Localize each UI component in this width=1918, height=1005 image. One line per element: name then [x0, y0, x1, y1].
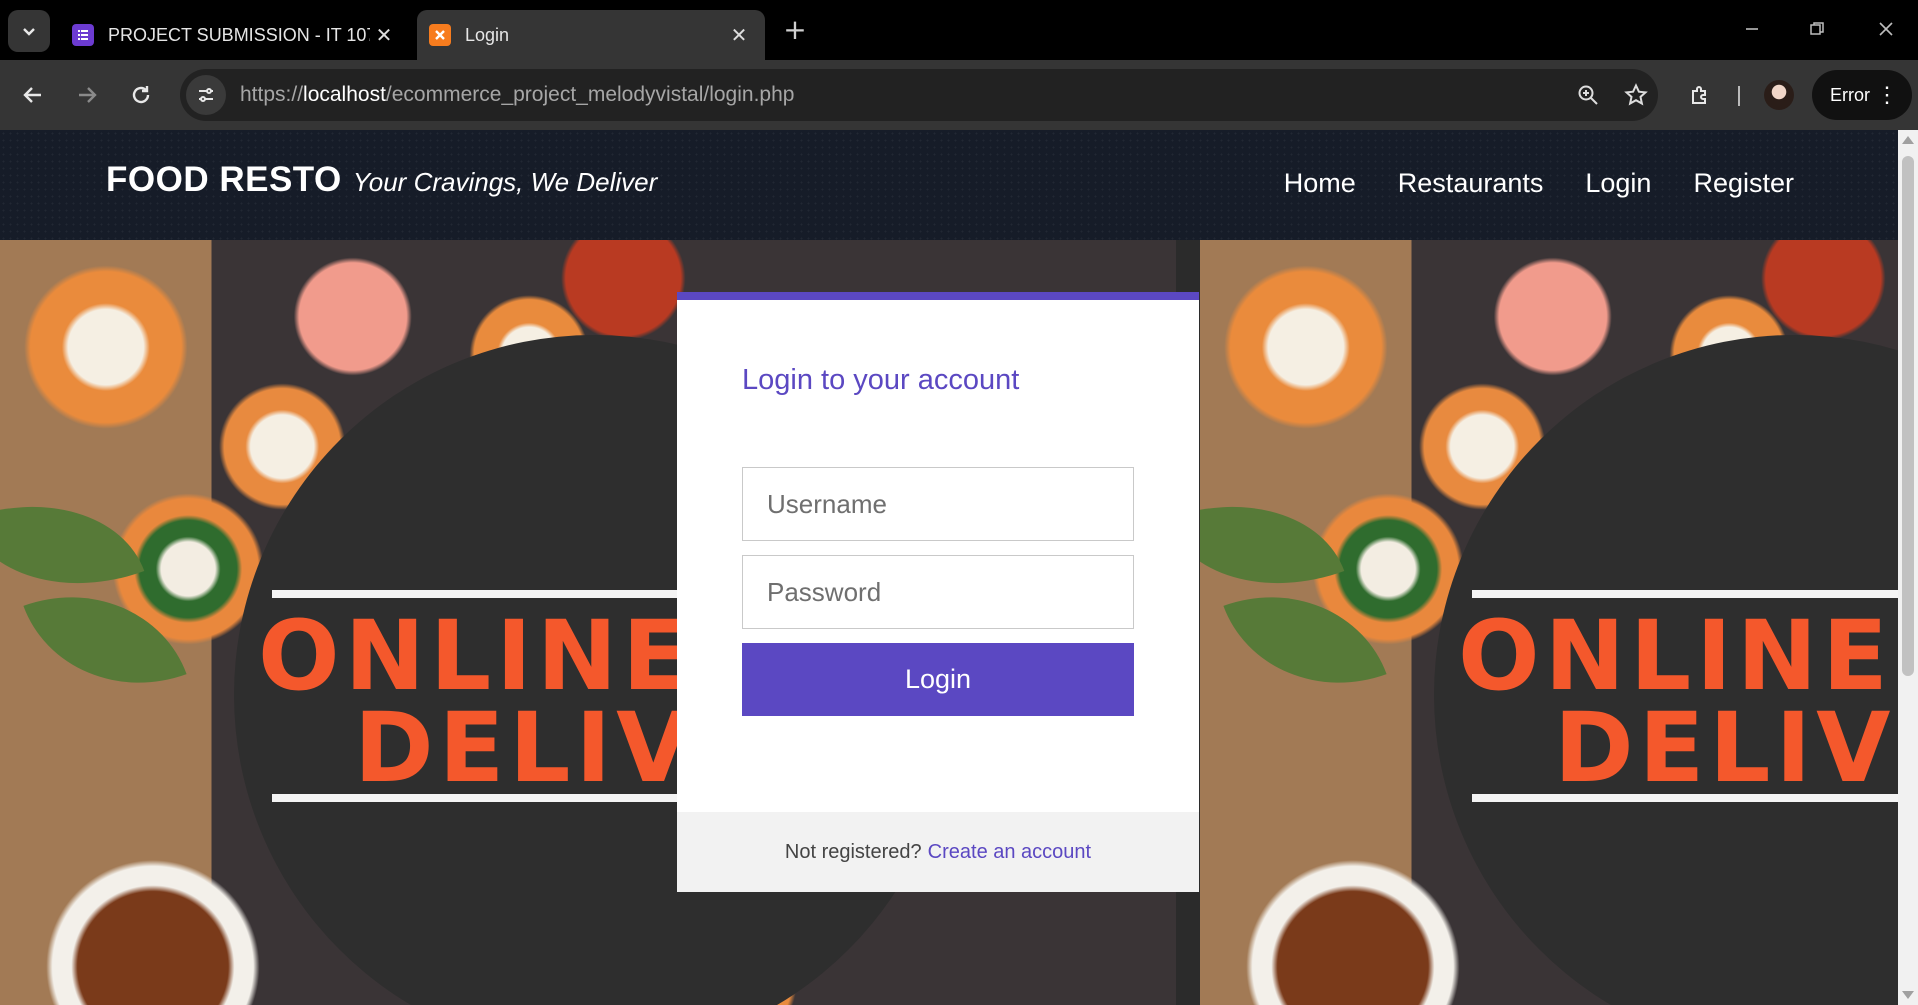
tab-strip: PROJECT SUBMISSION - IT 107 ✕ Login ✕ + [0, 0, 1918, 60]
nav-home[interactable]: Home [1284, 168, 1356, 199]
new-tab-button[interactable]: + [780, 16, 810, 46]
tab-project-submission[interactable]: PROJECT SUBMISSION - IT 107 ✕ [60, 10, 410, 60]
xampp-icon [429, 24, 451, 46]
hero-banner-image: ONLINE FO DELIVER [1200, 240, 1898, 1005]
browser-toolbar: https://localhost/ecommerce_project_melo… [0, 60, 1918, 130]
scroll-up-icon[interactable] [1902, 136, 1914, 144]
main-nav: Home Restaurants Login Register [1284, 168, 1794, 199]
chevron-down-icon [23, 28, 35, 36]
page-scrollbar[interactable] [1898, 130, 1918, 1005]
banner-headline: ONLINE FO DELIVER [1458, 608, 1898, 804]
close-tab-icon[interactable]: ✕ [725, 21, 753, 49]
tab-search-button[interactable] [8, 10, 50, 52]
nav-restaurants[interactable]: Restaurants [1398, 168, 1544, 199]
profile-error-button[interactable]: Error ⋮ [1812, 70, 1912, 120]
login-button[interactable]: Login [742, 643, 1134, 716]
brand-name: FOOD RESTO [106, 160, 342, 199]
site-info-icon[interactable] [186, 75, 226, 115]
nav-login[interactable]: Login [1585, 168, 1651, 199]
scrollbar-thumb[interactable] [1902, 156, 1914, 676]
create-account-link[interactable]: Create an account [928, 841, 1091, 864]
url-text[interactable]: https://localhost/ecommerce_project_melo… [240, 83, 794, 107]
extensions-button[interactable] [1684, 78, 1718, 112]
forward-button[interactable] [70, 78, 104, 112]
arrow-right-icon [79, 87, 97, 103]
register-prompt: Not registered? Create an account [677, 812, 1199, 892]
username-input[interactable] [742, 467, 1134, 541]
login-title: Login to your account [742, 364, 1020, 396]
tab-login[interactable]: Login ✕ [417, 10, 765, 60]
reload-button[interactable] [124, 78, 158, 112]
banner-line-2: DELIVER [1554, 692, 1898, 804]
profile-avatar[interactable] [1764, 80, 1794, 110]
close-window-icon[interactable] [1866, 14, 1906, 44]
site-header: FOOD RESTO Your Cravings, We Deliver Hom… [0, 130, 1898, 240]
page-viewport: ONLINE FO DELIVER ONLINE FO DELIVER FOOD… [0, 130, 1898, 1005]
nav-register[interactable]: Register [1693, 168, 1794, 199]
url-host: localhost [303, 83, 386, 106]
url-path: /ecommerce_project_melodyvistal/login.ph… [385, 83, 795, 106]
password-input[interactable] [742, 555, 1134, 629]
site-brand[interactable]: FOOD RESTO Your Cravings, We Deliver [106, 160, 657, 200]
tab-title: Login [465, 24, 510, 45]
brand-tagline: Your Cravings, We Deliver [352, 167, 658, 197]
banner-rule-top [1472, 590, 1898, 598]
forms-icon [72, 24, 94, 46]
tab-title: PROJECT SUBMISSION - IT 107 [108, 24, 370, 45]
toolbar-divider [1738, 86, 1740, 106]
scroll-down-icon[interactable] [1902, 991, 1914, 999]
address-bar[interactable]: https://localhost/ecommerce_project_melo… [180, 69, 1658, 121]
url-scheme: https:// [240, 83, 304, 106]
close-tab-icon[interactable]: ✕ [370, 21, 398, 49]
puzzle-icon [1692, 86, 1706, 104]
reload-icon [132, 86, 150, 104]
login-card: Login to your account Login Not register… [677, 292, 1199, 892]
restore-icon[interactable] [1797, 14, 1837, 44]
back-button[interactable] [16, 78, 50, 112]
error-label: Error [1830, 84, 1870, 105]
zoom-icon[interactable] [1572, 79, 1604, 111]
bookmark-star-icon[interactable] [1620, 79, 1652, 111]
more-menu-icon[interactable]: ⋮ [1876, 82, 1898, 108]
minimize-icon[interactable] [1732, 14, 1772, 44]
register-prompt-text: Not registered? [784, 840, 922, 863]
arrow-left-icon [23, 87, 41, 103]
